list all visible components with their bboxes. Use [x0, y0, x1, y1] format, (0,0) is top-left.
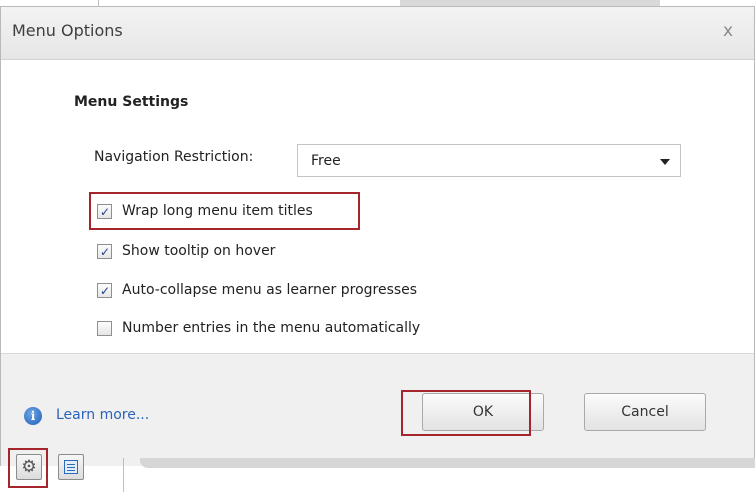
wrap-titles-label: Wrap long menu item titles	[122, 203, 313, 219]
navigation-restriction-value: Free	[311, 153, 341, 169]
background-divider	[123, 458, 124, 492]
cancel-button[interactable]: Cancel	[584, 393, 706, 431]
dialog-footer: i Learn more... OK Cancel	[1, 353, 754, 466]
menu-list-icon[interactable]	[58, 454, 84, 480]
number-entries-label: Number entries in the menu automatically	[122, 320, 421, 336]
chevron-down-icon	[660, 159, 670, 165]
background-panel	[140, 458, 755, 468]
gear-icon[interactable]: ⚙	[16, 454, 42, 480]
list-glyph	[64, 460, 78, 474]
auto-collapse-label: Auto-collapse menu as learner progresses	[122, 282, 418, 298]
navigation-restriction-select[interactable]: Free	[297, 144, 681, 177]
close-icon[interactable]: x	[723, 21, 733, 41]
menu-options-dialog: Menu Options x Menu Settings Navigation …	[0, 6, 755, 466]
wrap-titles-checkbox[interactable]: ✓	[97, 204, 112, 219]
dialog-titlebar: Menu Options x	[1, 7, 754, 60]
show-tooltip-checkbox[interactable]: ✓	[97, 244, 112, 259]
checkmark-icon: ✓	[100, 284, 111, 298]
checkmark-icon: ✓	[100, 245, 111, 259]
info-icon: i	[24, 407, 42, 425]
auto-collapse-checkbox[interactable]: ✓	[97, 283, 112, 298]
section-heading: Menu Settings	[74, 94, 189, 110]
learn-more-link[interactable]: Learn more...	[56, 407, 149, 423]
background-app-bottom	[0, 466, 755, 492]
navigation-restriction-label: Navigation Restriction:	[94, 149, 254, 165]
dialog-title: Menu Options	[12, 21, 123, 40]
show-tooltip-label: Show tooltip on hover	[122, 243, 276, 259]
checkmark-icon: ✓	[100, 205, 111, 219]
highlight-box-ok	[401, 390, 531, 436]
number-entries-checkbox[interactable]	[97, 321, 112, 336]
